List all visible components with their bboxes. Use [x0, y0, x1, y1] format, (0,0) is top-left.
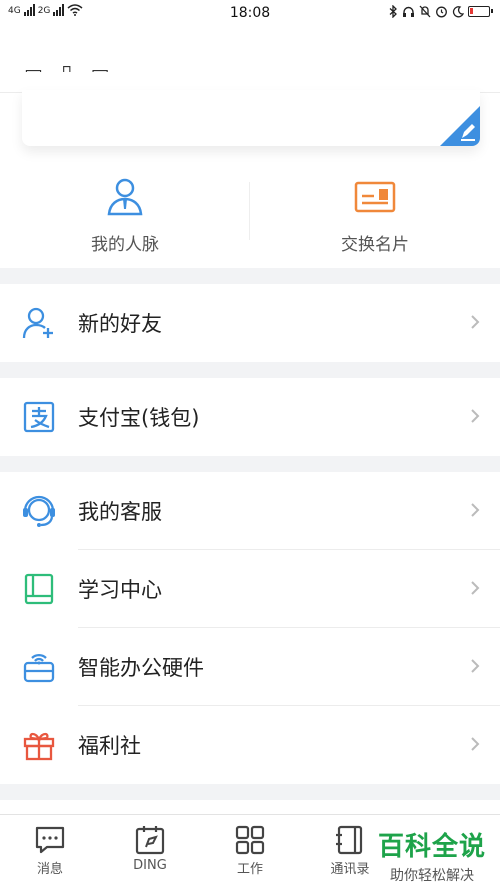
menu-item-label: 福利社 — [78, 734, 141, 758]
chevron-right-icon — [471, 503, 480, 517]
menu-item-label: 支付宝(钱包) — [78, 406, 200, 430]
mute-bell-icon — [419, 5, 431, 18]
bluetooth-icon — [389, 5, 397, 18]
menu-item-label: 智能办公硬件 — [78, 656, 204, 680]
chevron-right-icon — [471, 315, 480, 329]
alipay-icon — [23, 401, 55, 433]
clipped-header-text: ▭ ▯ ▭ — [24, 60, 116, 72]
address-book-icon — [336, 825, 363, 855]
quick-actions: 我的人脉 交换名片 — [0, 170, 500, 266]
battery-icon — [468, 6, 493, 17]
quick-action-label: 交换名片 — [341, 235, 409, 255]
menu-item-welfare[interactable]: 福利社 — [0, 706, 500, 784]
tab-label: DING — [133, 858, 167, 873]
watermark-title: 百科全说 — [377, 832, 486, 862]
profile-header: ▭ ▯ ▭ 我的人脉 交换名片 — [0, 28, 500, 268]
gift-icon — [23, 732, 55, 761]
tab-label: 工作 — [236, 862, 263, 877]
quick-action-divider — [249, 182, 250, 240]
chevron-right-icon — [471, 737, 480, 751]
menu-item-label: 我的客服 — [78, 500, 162, 524]
headphones-icon — [403, 6, 414, 17]
tab-label: 通讯录 — [330, 862, 370, 877]
quick-action-connections[interactable]: 我的人脉 — [0, 170, 250, 266]
ding-icon — [135, 826, 165, 855]
status-bar: 4G 2G 18:08 — [0, 0, 500, 28]
smart-device-icon — [23, 654, 55, 683]
watermark: 百科全说 助你轻松解决 — [378, 826, 486, 885]
menu-item-smart-hardware[interactable]: 智能办公硬件 — [0, 628, 500, 706]
tab-work[interactable]: 工作 — [200, 815, 300, 889]
watermark-subtitle: 助你轻松解决 — [389, 868, 474, 884]
grid-icon — [235, 825, 265, 855]
message-icon — [35, 826, 65, 854]
status-icons — [389, 5, 493, 18]
menu-item-alipay[interactable]: 支付宝(钱包) — [0, 378, 500, 456]
tab-ding[interactable]: DING — [100, 815, 200, 889]
headset-icon — [23, 495, 55, 527]
tab-messages[interactable]: 消息 — [0, 815, 100, 889]
section-partial — [0, 800, 500, 814]
edit-icon[interactable] — [440, 106, 480, 146]
contacts-person-icon — [107, 178, 143, 216]
tab-label: 消息 — [36, 862, 63, 877]
menu-item-label: 学习中心 — [78, 578, 162, 602]
add-friend-icon — [22, 307, 53, 339]
business-card-icon — [354, 181, 396, 213]
section-services: 我的客服 学习中心 智能办公硬件 福利社 — [0, 472, 500, 784]
menu-item-customer-service[interactable]: 我的客服 — [0, 472, 500, 550]
book-icon — [24, 573, 54, 605]
quick-action-exchange-card[interactable]: 交换名片 — [250, 170, 500, 266]
menu-item-label: 新的好友 — [78, 312, 162, 336]
menu-item-learning-center[interactable]: 学习中心 — [0, 550, 500, 628]
alarm-icon — [436, 6, 447, 18]
quick-action-label: 我的人脉 — [91, 235, 159, 255]
moon-icon — [452, 5, 464, 17]
section-friends: 新的好友 — [0, 284, 500, 362]
section-wallet: 支付宝(钱包) — [0, 378, 500, 456]
profile-card[interactable] — [22, 90, 480, 146]
menu-item-new-friend[interactable]: 新的好友 — [0, 284, 500, 362]
chevron-right-icon — [471, 659, 480, 673]
chevron-right-icon — [471, 409, 480, 423]
chevron-right-icon — [471, 581, 480, 595]
